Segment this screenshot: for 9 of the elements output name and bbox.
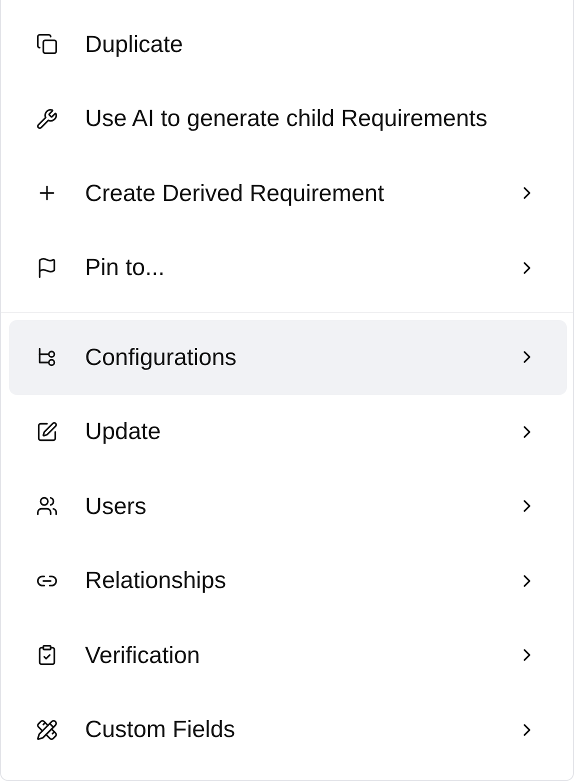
edit-icon <box>36 420 58 443</box>
menu-item[interactable]: Configurations <box>9 320 567 394</box>
pencil-ruler-icon <box>36 718 58 741</box>
wrench-icon <box>36 108 58 130</box>
flag-icon <box>36 256 58 279</box>
copy-icon <box>36 33 58 56</box>
users-icon <box>36 495 58 518</box>
branch-icon <box>36 346 58 368</box>
clipboard-check-icon <box>36 644 58 666</box>
